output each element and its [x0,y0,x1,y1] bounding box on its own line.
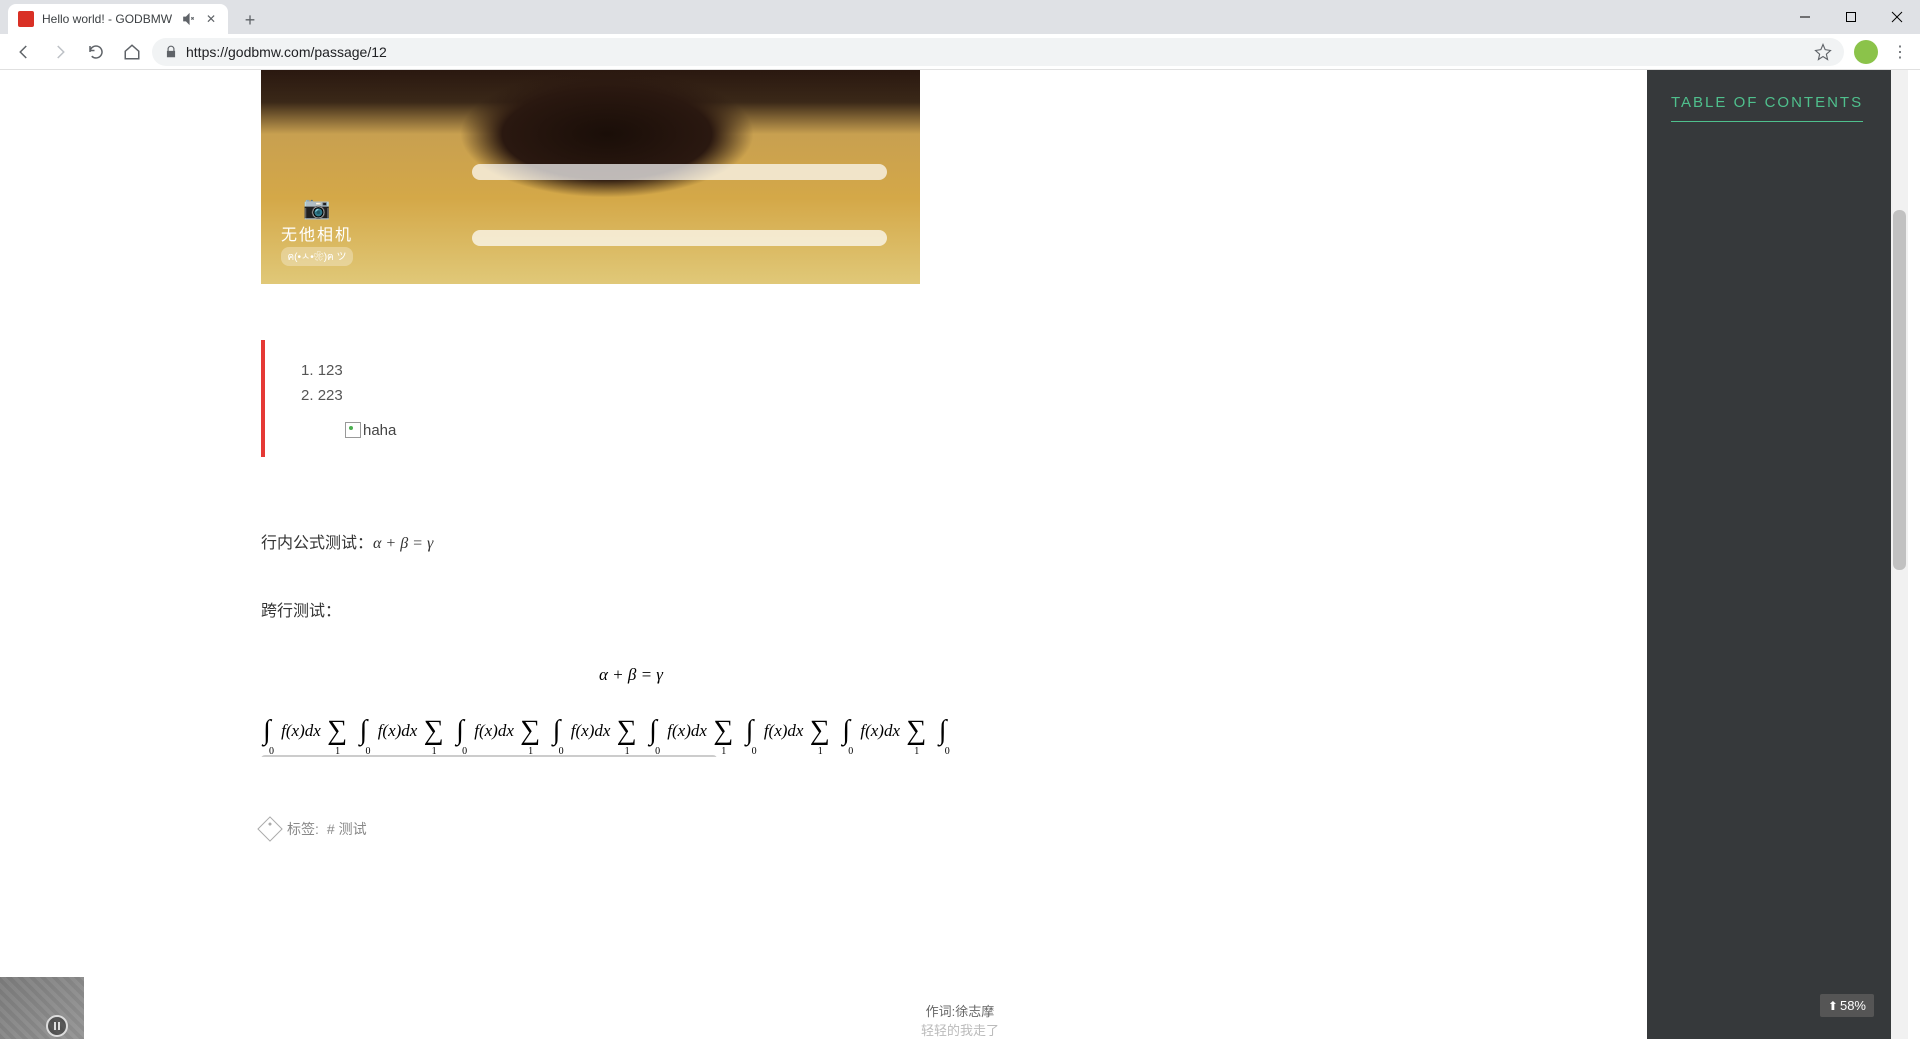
toc-sidebar: TABLE OF CONTENTS [1647,70,1891,1039]
lyrics-overlay: 作词:徐志摩 轻轻的我走了 [921,1001,999,1039]
lyric-line-1: 作词:徐志摩 [921,1001,999,1020]
lock-icon [164,45,178,59]
list-item: 123 [301,362,1001,379]
maximize-button[interactable] [1828,0,1874,34]
page-viewport: 📷 无他相机 ฅ(•ㅅ•❀)ฅ ツ 123 223 haha 行内公式测试：α … [0,70,1920,1039]
block-math-eq: α + β = γ [261,665,1001,685]
broken-image: haha [345,422,396,439]
home-button[interactable] [116,36,148,68]
image-watermark: 📷 无他相机 ฅ(•ㅅ•❀)ฅ ツ [281,195,353,266]
mute-icon[interactable] [182,12,196,26]
tags-row: 标签: # 测试 [261,819,1001,839]
horizontal-scrollbar[interactable] [261,755,717,757]
lyric-line-2: 轻轻的我走了 [921,1020,999,1039]
article: 📷 无他相机 ฅ(•ㅅ•❀)ฅ ツ 123 223 haha 行内公式测试：α … [261,70,1001,839]
page-scrollbar[interactable] [1891,70,1908,1039]
camera-icon: 📷 [281,195,353,221]
profile-avatar[interactable] [1854,40,1878,64]
scrollbar-thumb[interactable] [1893,210,1906,570]
inline-math-label: 行内公式测试： [261,535,373,552]
close-tab-icon[interactable]: ✕ [204,12,218,26]
article-scroll[interactable]: 📷 无他相机 ฅ(•ㅅ•❀)ฅ ツ 123 223 haha 行内公式测试：α … [21,70,1247,1039]
url-text: https://godbmw.com/passage/12 [186,44,387,60]
scroll-to-top-button[interactable]: ⬆ 58% [1820,994,1874,1017]
minimize-button[interactable] [1782,0,1828,34]
toc-title: TABLE OF CONTENTS [1671,94,1863,122]
watermark-sub: ฅ(•ㅅ•❀)ฅ ツ [281,247,353,266]
tags-value[interactable]: # 测试 [327,819,367,839]
watermark-text: 无他相机 [281,221,353,245]
window-controls [1782,0,1920,34]
forward-button[interactable] [44,36,76,68]
reload-button[interactable] [80,36,112,68]
back-button[interactable] [8,36,40,68]
media-player-thumb[interactable]: › [0,977,84,1039]
tag-icon [257,816,282,841]
tab-favicon [18,11,34,27]
new-tab-button[interactable]: + [236,6,264,34]
scroll-percentage: 58% [1840,998,1866,1013]
bookmark-icon[interactable] [1814,43,1832,61]
tags-label: 标签: [287,819,319,839]
browser-tab[interactable]: Hello world! - GODBMW ✕ [8,4,228,34]
inline-math-row: 行内公式测试：α + β = γ [261,529,1001,553]
block-math-label: 跨行测试： [261,597,1001,621]
url-input[interactable]: https://godbmw.com/passage/12 [152,38,1844,66]
inline-math-eq: α + β = γ [373,535,433,552]
list-item: 223 [301,387,1001,404]
broken-image-alt: haha [363,422,396,439]
browser-menu-button[interactable]: ⋮ [1888,40,1912,64]
browser-titlebar: Hello world! - GODBMW ✕ + [0,0,1920,34]
hero-image: 📷 无他相机 ฅ(•ㅅ•❀)ฅ ツ [261,70,920,284]
broken-image-icon [345,422,361,438]
address-bar: https://godbmw.com/passage/12 ⋮ [0,34,1920,70]
arrow-up-icon: ⬆ [1828,999,1838,1013]
tab-title: Hello world! - GODBMW [42,12,174,26]
close-window-button[interactable] [1874,0,1920,34]
math-overflow-row[interactable]: ∫10 f(x)dx ∑21 ∫10 f(x)dx ∑21 ∫10 f(x)dx… [261,715,1001,757]
pause-icon[interactable] [46,1015,68,1037]
blockquote: 123 223 haha [261,340,1001,457]
